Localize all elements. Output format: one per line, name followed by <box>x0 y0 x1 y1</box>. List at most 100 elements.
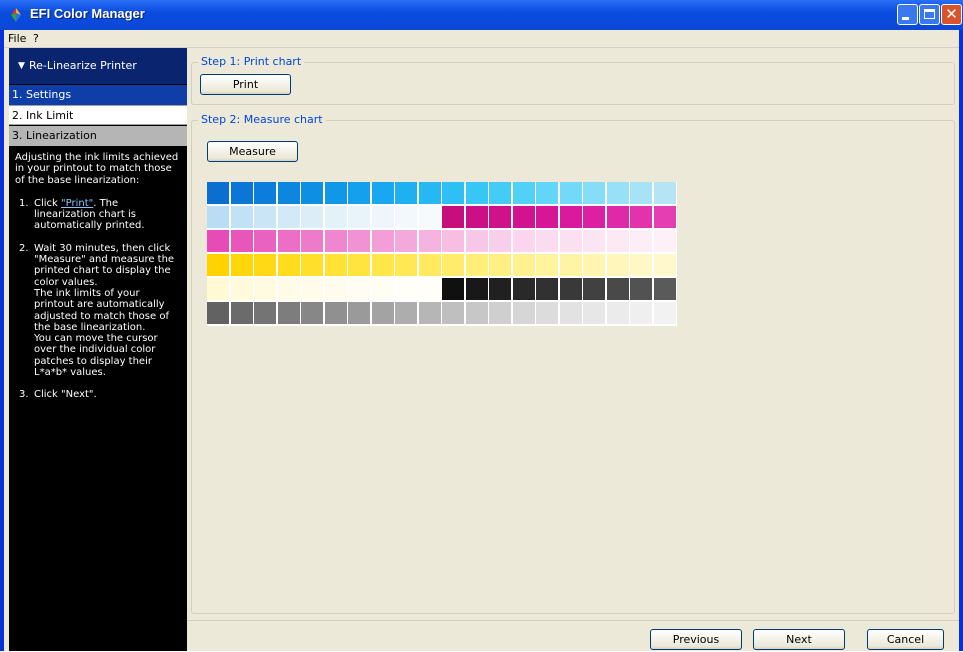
color-patch[interactable] <box>442 230 464 252</box>
next-button[interactable]: Next <box>753 629 845 650</box>
color-patch[interactable] <box>583 182 605 204</box>
color-patch[interactable] <box>489 278 511 300</box>
color-patch[interactable] <box>653 254 676 276</box>
color-patch[interactable] <box>489 230 511 252</box>
color-patch[interactable] <box>348 230 370 252</box>
color-patch[interactable] <box>324 182 347 204</box>
color-patch[interactable] <box>536 278 558 300</box>
color-patch[interactable] <box>230 302 253 324</box>
color-patch[interactable] <box>324 278 347 300</box>
color-patch[interactable] <box>371 182 394 204</box>
color-patch[interactable] <box>559 278 582 300</box>
color-patch[interactable] <box>277 206 300 228</box>
color-patch[interactable] <box>207 182 229 204</box>
color-patch[interactable] <box>465 206 488 228</box>
color-patch[interactable] <box>630 302 652 324</box>
sidebar-header[interactable]: ▼ Re-Linearize Printer <box>9 48 187 84</box>
color-patch[interactable] <box>559 254 582 276</box>
color-patch[interactable] <box>254 254 276 276</box>
color-patch[interactable] <box>418 254 441 276</box>
color-patch[interactable] <box>512 302 535 324</box>
color-patch[interactable] <box>536 206 558 228</box>
color-patch[interactable] <box>230 182 253 204</box>
color-patch[interactable] <box>395 254 417 276</box>
color-patch[interactable] <box>536 230 558 252</box>
color-patch[interactable] <box>324 206 347 228</box>
color-patch[interactable] <box>277 302 300 324</box>
color-patch[interactable] <box>583 206 605 228</box>
color-patch[interactable] <box>512 206 535 228</box>
color-patch[interactable] <box>606 302 629 324</box>
color-patch[interactable] <box>442 182 464 204</box>
color-patch[interactable] <box>465 302 488 324</box>
color-patch[interactable] <box>583 302 605 324</box>
color-patch[interactable] <box>395 302 417 324</box>
color-patch[interactable] <box>418 230 441 252</box>
color-patch[interactable] <box>395 230 417 252</box>
color-patch[interactable] <box>301 230 323 252</box>
color-patch[interactable] <box>418 182 441 204</box>
color-patch[interactable] <box>606 254 629 276</box>
color-patch[interactable] <box>230 230 253 252</box>
color-patch[interactable] <box>559 206 582 228</box>
color-patch[interactable] <box>324 254 347 276</box>
color-patch[interactable] <box>489 254 511 276</box>
close-button[interactable]: ✕ <box>941 4 962 25</box>
color-patch[interactable] <box>418 302 441 324</box>
color-patch[interactable] <box>630 206 652 228</box>
title-bar[interactable]: EFI Color Manager ✕ <box>0 0 963 30</box>
color-patch[interactable] <box>207 302 229 324</box>
color-patch[interactable] <box>371 230 394 252</box>
color-patch[interactable] <box>324 230 347 252</box>
color-patch[interactable] <box>465 254 488 276</box>
color-patch[interactable] <box>512 230 535 252</box>
color-patch[interactable] <box>207 230 229 252</box>
menu-help[interactable]: ? <box>33 32 39 45</box>
color-patch[interactable] <box>512 278 535 300</box>
color-patch[interactable] <box>583 278 605 300</box>
color-patch[interactable] <box>230 206 253 228</box>
color-patch[interactable] <box>489 206 511 228</box>
measure-button[interactable]: Measure <box>207 141 298 162</box>
color-patch[interactable] <box>653 278 676 300</box>
color-patch[interactable] <box>630 278 652 300</box>
color-patch[interactable] <box>207 278 229 300</box>
color-patch[interactable] <box>230 254 253 276</box>
color-patch[interactable] <box>606 278 629 300</box>
color-patch[interactable] <box>230 278 253 300</box>
color-patch[interactable] <box>254 278 276 300</box>
color-patch[interactable] <box>442 278 464 300</box>
color-patch[interactable] <box>536 182 558 204</box>
color-patch[interactable] <box>583 254 605 276</box>
color-patch[interactable] <box>512 254 535 276</box>
color-patch[interactable] <box>277 254 300 276</box>
color-patch[interactable] <box>395 278 417 300</box>
color-patch[interactable] <box>371 278 394 300</box>
color-patch[interactable] <box>254 206 276 228</box>
color-patch[interactable] <box>371 254 394 276</box>
color-patch[interactable] <box>418 206 441 228</box>
color-patch[interactable] <box>395 206 417 228</box>
cancel-button[interactable]: Cancel <box>867 629 944 650</box>
color-patch[interactable] <box>489 182 511 204</box>
color-patch[interactable] <box>301 254 323 276</box>
color-patch[interactable] <box>301 278 323 300</box>
color-patch[interactable] <box>254 182 276 204</box>
color-patch[interactable] <box>465 230 488 252</box>
minimize-button[interactable] <box>897 4 918 25</box>
color-patch[interactable] <box>207 206 229 228</box>
color-patch-chart[interactable] <box>207 182 677 326</box>
color-patch[interactable] <box>512 182 535 204</box>
color-patch[interactable] <box>348 254 370 276</box>
color-patch[interactable] <box>371 206 394 228</box>
color-patch[interactable] <box>465 182 488 204</box>
color-patch[interactable] <box>277 230 300 252</box>
sidebar-item-ink-limit[interactable]: 2. Ink Limit <box>9 105 187 125</box>
color-patch[interactable] <box>348 278 370 300</box>
color-patch[interactable] <box>301 206 323 228</box>
print-button[interactable]: Print <box>200 74 291 95</box>
color-patch[interactable] <box>301 302 323 324</box>
color-patch[interactable] <box>583 230 605 252</box>
color-patch[interactable] <box>606 230 629 252</box>
print-link[interactable]: "Print" <box>61 198 93 209</box>
